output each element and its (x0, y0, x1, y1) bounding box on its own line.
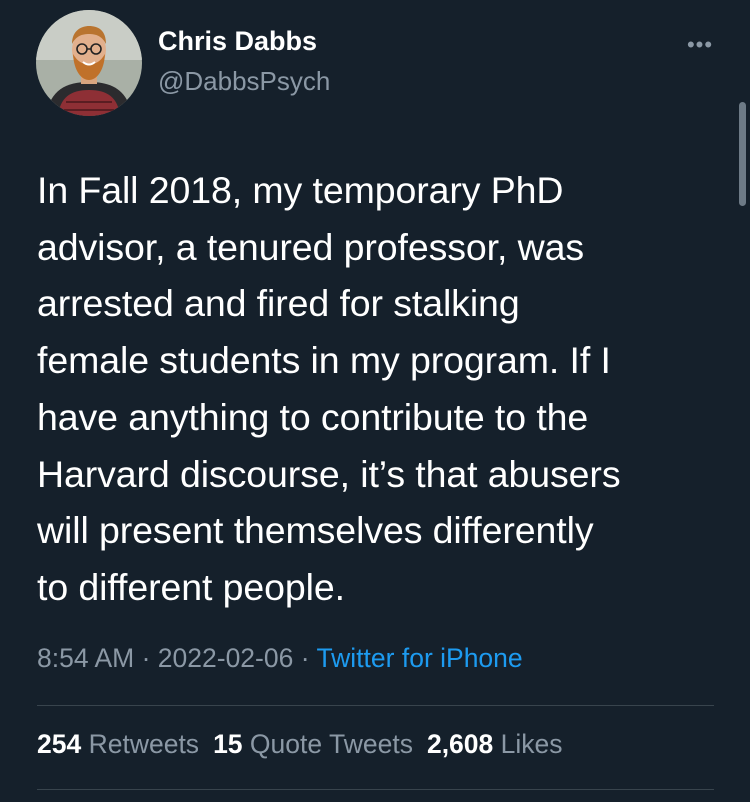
likes-stat[interactable]: 2,608 Likes (427, 729, 563, 760)
divider (37, 789, 714, 790)
meta-separator: · (293, 643, 317, 673)
tweet-text-line: female students in my program. If I (37, 339, 611, 382)
author-handle[interactable]: @DabbsPsych (158, 66, 330, 97)
tweet-detail: Chris Dabbs @DabbsPsych ••• In Fall 2018… (0, 0, 750, 802)
quote-tweets-stat[interactable]: 15 Quote Tweets (213, 729, 413, 760)
avatar[interactable] (36, 10, 142, 116)
tweet-text-line: will present themselves differently (37, 509, 594, 552)
divider (37, 705, 714, 706)
scrollbar[interactable] (739, 102, 746, 206)
retweets-count: 254 (37, 729, 82, 759)
profile-photo (36, 10, 142, 116)
tweet-time[interactable]: 8:54 AM (37, 643, 134, 673)
quote-tweets-label: Quote Tweets (249, 729, 413, 759)
more-options-button[interactable]: ••• (680, 30, 720, 60)
tweet-text: In Fall 2018, my temporary PhD advisor, … (37, 162, 732, 616)
quote-tweets-count: 15 (213, 729, 243, 759)
likes-count: 2,608 (426, 729, 494, 759)
author-display-name[interactable]: Chris Dabbs (158, 26, 317, 57)
tweet-text-line: to different people. (37, 565, 345, 608)
meta-separator: · (134, 643, 158, 673)
tweet-text-line: Harvard discourse, it’s that abusers (37, 452, 621, 495)
retweets-label: Retweets (88, 729, 200, 759)
tweet-text-line: have anything to contribute to the (37, 395, 589, 438)
more-horizontal-icon: ••• (686, 32, 714, 57)
tweet-source-link[interactable]: Twitter for iPhone (316, 643, 522, 673)
likes-label: Likes (500, 729, 563, 759)
tweet-date[interactable]: 2022-02-06 (158, 643, 294, 673)
tweet-metadata: 8:54 AM · 2022-02-06 · Twitter for iPhon… (37, 643, 523, 674)
tweet-text-line: arrested and fired for stalking (37, 282, 520, 325)
tweet-text-line: In Fall 2018, my temporary PhD (37, 169, 564, 211)
retweets-stat[interactable]: 254 Retweets (37, 729, 199, 760)
tweet-text-line: advisor, a tenured professor, was (37, 225, 585, 268)
engagement-stats: 254 Retweets 15 Quote Tweets 2,608 Likes (37, 729, 577, 760)
